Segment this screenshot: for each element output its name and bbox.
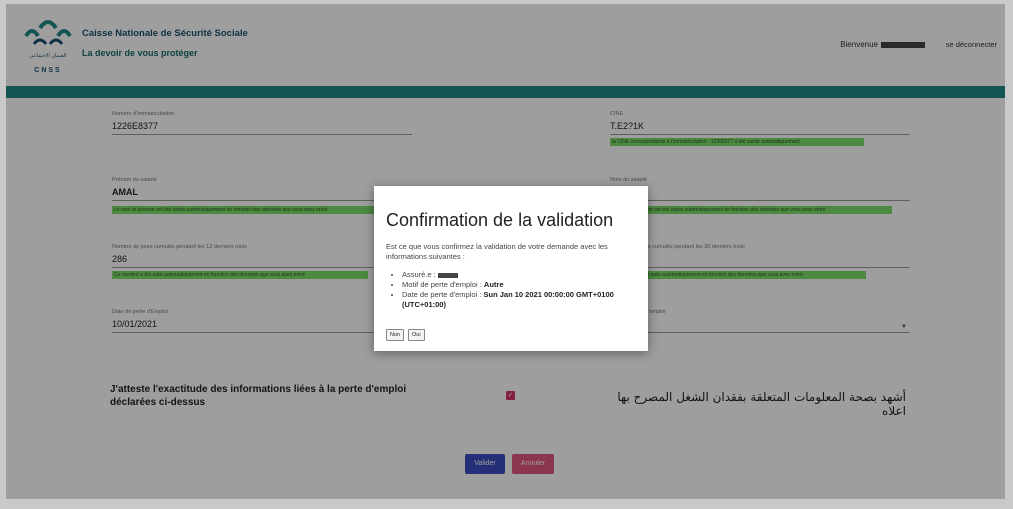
date-item: Date de perte d'emploi : Sun Jan 10 2021… [402,290,647,310]
page: الضمان الاجتماعي CNSS Caisse Nationale d… [6,4,1005,499]
motif-item: Motif de perte d'emploi : Autre [402,280,647,290]
insured-name-redacted [437,272,458,278]
motif-item-label: Motif de perte d'emploi : [402,280,482,289]
yes-button[interactable]: Oui [408,329,425,341]
dialog-info-list: Assuré.e : Motif de perte d'emploi : Aut… [396,270,647,310]
insured-label: Assuré.e : [402,270,436,279]
date-item-label: Date de perte d'emploi : [402,290,482,299]
insured-item: Assuré.e : [402,270,647,280]
confirmation-dialog: Confirmation de la validation Est ce que… [374,186,648,351]
dialog-text: Est ce que vous confirmez la validation … [386,242,608,261]
no-button[interactable]: Non [386,329,405,341]
motif-item-value: Autre [483,280,504,289]
dialog-title: Confirmation de la validation [386,210,614,230]
